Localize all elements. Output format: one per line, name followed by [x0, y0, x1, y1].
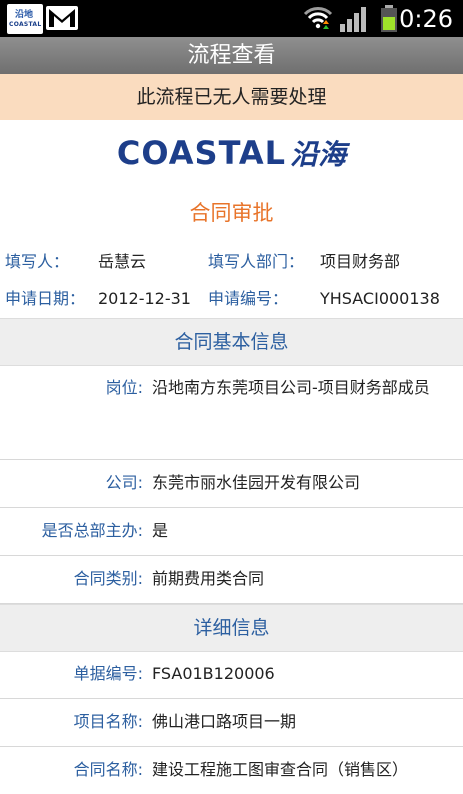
row-label: 公司: [105, 473, 143, 492]
info-row-company: 公司: 东莞市丽水佳园开发有限公司 [0, 460, 463, 508]
row-label: 项目名称: [73, 712, 143, 731]
section-detail-info: 详细信息 [0, 604, 463, 652]
writer-label: 填写人： [5, 252, 70, 271]
row-label: 是否总部主办: [41, 521, 143, 540]
row-label: 合同名称: [73, 760, 143, 779]
detail-row-doc-number: 单据编号: FSA01B120006 [0, 651, 463, 699]
info-row-position: 岗位: 沿地南方东莞项目公司-项目财务部成员 [0, 365, 463, 460]
app-notification-icon: 沿地 COASTAL [7, 4, 43, 34]
row-value: FSA01B120006 [152, 664, 275, 683]
status-bar: 沿地 COASTAL 0:26 [0, 0, 463, 37]
row-label: 合同类别: [73, 569, 143, 588]
page-title: 流程查看 [0, 37, 463, 74]
row-value: 佛山港口路项目一期 [152, 712, 297, 731]
logo-wordmark: COASTAL [116, 134, 287, 172]
department-label: 填写人部门： [208, 252, 305, 271]
apply-number-value: YHSACI000138 [320, 289, 440, 308]
document-title: 合同审批 [189, 201, 274, 225]
signal-icon [340, 7, 366, 32]
section-basic-info: 合同基本信息 [0, 318, 463, 366]
writer-value: 岳慧云 [98, 252, 147, 271]
row-value: 建设工程施工图审查合同（销售区） [152, 760, 409, 779]
clock: 0:26 [399, 5, 453, 33]
gmail-icon [46, 6, 78, 30]
row-value: 是 [152, 521, 169, 540]
apply-number-label: 申请编号： [208, 289, 289, 308]
app-icon-word: COASTAL [9, 21, 42, 28]
row-value: 前期费用类合同 [152, 569, 265, 588]
apply-date-value: 2012-12-31 [98, 289, 191, 308]
process-notice: 此流程已无人需要处理 [0, 74, 463, 120]
row-label: 单据编号: [73, 664, 143, 683]
info-row-contract-type: 合同类别: 前期费用类合同 [0, 556, 463, 604]
battery-icon [381, 5, 397, 32]
row-value: 东莞市丽水佳园开发有限公司 [152, 473, 361, 492]
row-label: 岗位: [105, 378, 143, 397]
logo-chinese: 沿海 [290, 138, 347, 171]
apply-date-label: 申请日期： [5, 289, 86, 308]
company-logo: COASTAL 沿海 [0, 128, 463, 178]
wifi-icon [303, 7, 333, 29]
detail-row-project-name: 项目名称: 佛山港口路项目一期 [0, 699, 463, 747]
info-row-hq-host: 是否总部主办: 是 [0, 508, 463, 556]
row-value: 沿地南方东莞项目公司-项目财务部成员 [152, 378, 430, 397]
department-value: 项目财务部 [320, 252, 401, 271]
app-icon-mark: 沿地 [15, 10, 34, 20]
